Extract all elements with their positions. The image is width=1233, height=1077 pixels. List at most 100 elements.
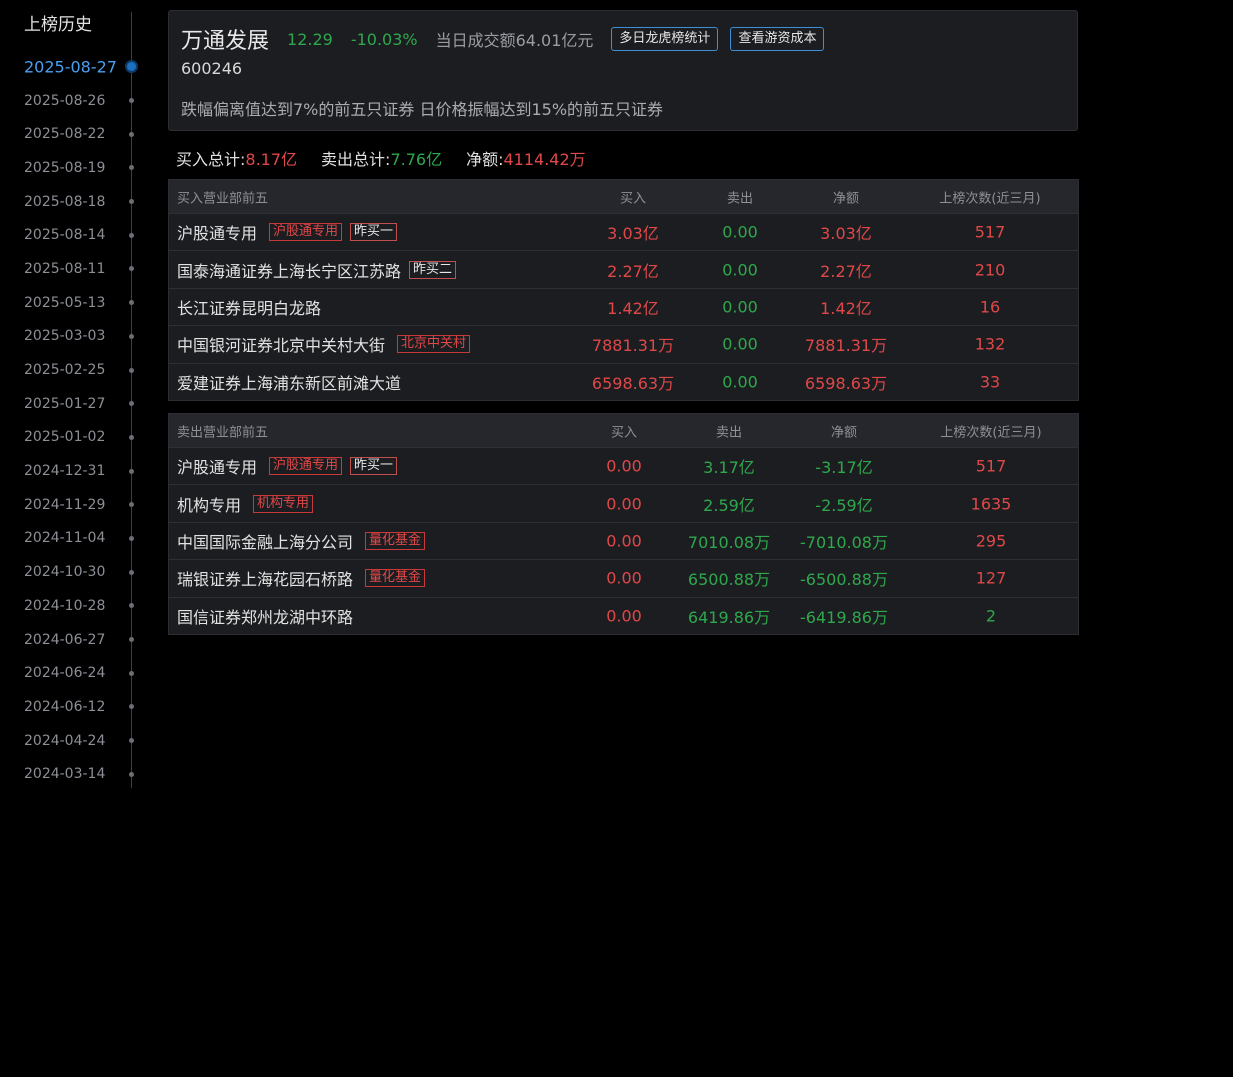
listing-reason: 跌幅偏离值达到7%的前五只证券 日价格振幅达到15%的前五只证券 bbox=[181, 100, 664, 119]
history-title: 上榜历史 bbox=[24, 15, 92, 35]
timeline-dot bbox=[129, 300, 134, 306]
seat-tag: 量化基金 bbox=[365, 569, 426, 588]
timeline-dot bbox=[129, 704, 134, 710]
seat-tag: 量化基金 bbox=[365, 531, 426, 550]
buy-amount: 0.00 bbox=[606, 456, 642, 476]
timeline-dot-active bbox=[127, 62, 136, 72]
net-amount: -6419.86万 bbox=[800, 607, 888, 627]
seat-tag-secondary: 昨买一 bbox=[350, 457, 398, 476]
net-total-label: 净额: bbox=[466, 150, 504, 169]
seat-name-cell: 国信证券郑州龙湖中环路 bbox=[177, 604, 353, 628]
buy-seats-table: 买入营业部前五 买入 卖出 净额 上榜次数(近三月) 沪股通专用 沪股通专用 昨买一… bbox=[168, 179, 1079, 401]
history-date-label: 2024-03-14 bbox=[24, 766, 106, 783]
history-date-item[interactable]: 2024-10-28 bbox=[0, 589, 140, 623]
table-row[interactable]: 爱建证券上海浦东新区前滩大道 6598.63万 0.00 6598.63万 33 bbox=[169, 362, 1078, 400]
history-date-label: 2024-06-27 bbox=[24, 631, 106, 648]
stock-title-row: 万通发展 12.29 -10.03% 当日成交额64.01亿元 多日龙虎榜统计 … bbox=[181, 23, 836, 55]
sell-seats-table: 卖出营业部前五 买入 卖出 净额 上榜次数(近三月) 沪股通专用 沪股通专用 昨买一… bbox=[168, 413, 1079, 635]
buy-amount: 0.00 bbox=[606, 531, 642, 551]
seat-name-cell: 国泰海通证券上海长宁区江苏路 昨买二 bbox=[177, 258, 457, 282]
seat-name-cell: 机构专用 机构专用 bbox=[177, 492, 314, 516]
timeline-dot bbox=[129, 131, 134, 137]
history-date-item[interactable]: 2024-06-12 bbox=[0, 690, 140, 724]
sell-amount: 0.00 bbox=[722, 334, 758, 354]
table-row[interactable]: 国泰海通证券上海长宁区江苏路 昨买二 2.27亿 0.00 2.27亿 210 bbox=[169, 250, 1078, 287]
buy-amount: 7881.31万 bbox=[591, 336, 675, 356]
seat-tag-secondary: 昨买二 bbox=[409, 260, 457, 279]
stock-change-percent: -10.03% bbox=[350, 29, 418, 49]
history-date-item[interactable]: 2025-03-03 bbox=[0, 320, 140, 354]
net-total: 净额:4114.42万 bbox=[466, 146, 586, 170]
history-date-item[interactable]: 2025-08-22 bbox=[0, 117, 140, 151]
history-date-item[interactable]: 2025-08-11 bbox=[0, 252, 140, 286]
net-amount: 7881.31万 bbox=[804, 336, 888, 356]
history-date-item[interactable]: 2024-06-27 bbox=[0, 623, 140, 657]
history-date-label: 2025-08-26 bbox=[24, 92, 106, 109]
table-row[interactable]: 沪股通专用 沪股通专用 昨买一 3.03亿 0.00 3.03亿 517 bbox=[169, 213, 1078, 250]
stock-price: 12.29 bbox=[287, 29, 333, 49]
seat-tag: 北京中关村 bbox=[397, 335, 471, 354]
timeline-dot bbox=[129, 468, 134, 474]
table-row[interactable]: 机构专用 机构专用 0.00 2.59亿 -2.59亿 1635 bbox=[169, 484, 1078, 521]
seat-name-cell: 瑞银证券上海花园石桥路 量化基金 bbox=[177, 566, 426, 590]
table-row[interactable]: 国信证券郑州龙湖中环路 0.00 6419.86万 -6419.86万 2 bbox=[169, 596, 1078, 634]
history-date-label: 2025-08-27 bbox=[24, 57, 117, 77]
history-date-item[interactable]: 2025-08-14 bbox=[0, 218, 140, 252]
table-row[interactable]: 长江证券昆明白龙路 1.42亿 0.00 1.42亿 16 bbox=[169, 287, 1078, 325]
sell-amount: 2.59亿 bbox=[703, 495, 755, 515]
history-date-item[interactable]: 2025-01-02 bbox=[0, 421, 140, 455]
seat-name: 沪股通专用 bbox=[177, 458, 258, 478]
history-date-label: 2025-05-13 bbox=[24, 294, 106, 311]
table-row[interactable]: 中国银河证券北京中关村大街 北京中关村 7881.31万 0.00 7881.31… bbox=[169, 325, 1078, 362]
history-date-label: 2024-12-31 bbox=[24, 463, 106, 480]
sell-amount: 7010.08万 bbox=[687, 532, 771, 552]
history-date-item[interactable]: 2024-04-24 bbox=[0, 724, 140, 758]
history-date-label: 2025-02-25 bbox=[24, 362, 106, 379]
seat-name: 中国银河证券北京中关村大街 bbox=[177, 336, 386, 356]
timeline-dot bbox=[129, 199, 134, 205]
history-date-label: 2024-04-24 bbox=[24, 732, 106, 749]
history-date-item[interactable]: 2024-06-24 bbox=[0, 656, 140, 690]
listing-count: 132 bbox=[974, 334, 1006, 354]
seat-name-cell: 爱建证券上海浦东新区前滩大道 bbox=[177, 370, 401, 394]
timeline-dot bbox=[129, 434, 134, 440]
sell-amount: 0.00 bbox=[722, 222, 758, 242]
table-header: 卖出营业部前五 买入 卖出 净额 上榜次数(近三月) bbox=[169, 414, 1078, 447]
buy-amount: 3.03亿 bbox=[607, 224, 659, 244]
table-row[interactable]: 中国国际金融上海分公司 量化基金 0.00 7010.08万 -7010.08万 … bbox=[169, 521, 1078, 559]
timeline-dot bbox=[129, 603, 134, 609]
history-date-item[interactable]: 2024-11-04 bbox=[0, 522, 140, 556]
history-date-item[interactable]: 2025-08-18 bbox=[0, 185, 140, 219]
seat-tag: 沪股通专用 bbox=[269, 223, 343, 242]
history-date-item[interactable]: 2025-01-27 bbox=[0, 387, 140, 421]
seat-tag: 机构专用 bbox=[253, 494, 314, 513]
seat-name: 中国国际金融上海分公司 bbox=[177, 532, 354, 552]
table-row[interactable]: 瑞银证券上海花园石桥路 量化基金 0.00 6500.88万 -6500.88万 … bbox=[169, 559, 1078, 596]
history-date-item[interactable]: 2025-08-26 bbox=[0, 84, 140, 118]
net-total-value: 4114.42万 bbox=[503, 150, 586, 169]
header-name: 买入营业部前五 bbox=[177, 191, 269, 206]
seat-name-cell: 沪股通专用 沪股通专用 昨买一 bbox=[177, 454, 398, 478]
history-date-item[interactable]: 2025-08-19 bbox=[0, 151, 140, 185]
history-date-item[interactable]: 2025-02-25 bbox=[0, 353, 140, 387]
seat-name: 长江证券昆明白龙路 bbox=[177, 298, 322, 318]
history-date-item[interactable]: 2024-12-31 bbox=[0, 454, 140, 488]
history-date-label: 2025-08-18 bbox=[24, 193, 106, 210]
listing-count: 1635 bbox=[970, 494, 1012, 514]
history-date-item[interactable]: 2025-05-13 bbox=[0, 286, 140, 320]
history-date-item[interactable]: 2025-08-27 bbox=[0, 50, 140, 84]
history-date-item[interactable]: 2024-11-29 bbox=[0, 488, 140, 522]
history-date-item[interactable]: 2024-03-14 bbox=[0, 757, 140, 791]
stock-name: 万通发展 bbox=[181, 29, 270, 54]
seat-name: 国信证券郑州龙湖中环路 bbox=[177, 607, 354, 627]
timeline-dot bbox=[129, 569, 134, 575]
history-date-label: 2024-10-28 bbox=[24, 597, 106, 614]
multi-day-stats-button[interactable]: 多日龙虎榜统计 bbox=[611, 27, 719, 51]
table-row[interactable]: 沪股通专用 沪股通专用 昨买一 0.00 3.17亿 -3.17亿 517 bbox=[169, 447, 1078, 484]
listing-count: 517 bbox=[975, 456, 1007, 476]
history-date-item[interactable]: 2024-10-30 bbox=[0, 555, 140, 589]
view-cost-button[interactable]: 查看游资成本 bbox=[730, 27, 825, 51]
seat-name: 机构专用 bbox=[177, 495, 242, 515]
listing-count: 33 bbox=[979, 372, 1001, 392]
timeline-dot bbox=[129, 535, 134, 541]
